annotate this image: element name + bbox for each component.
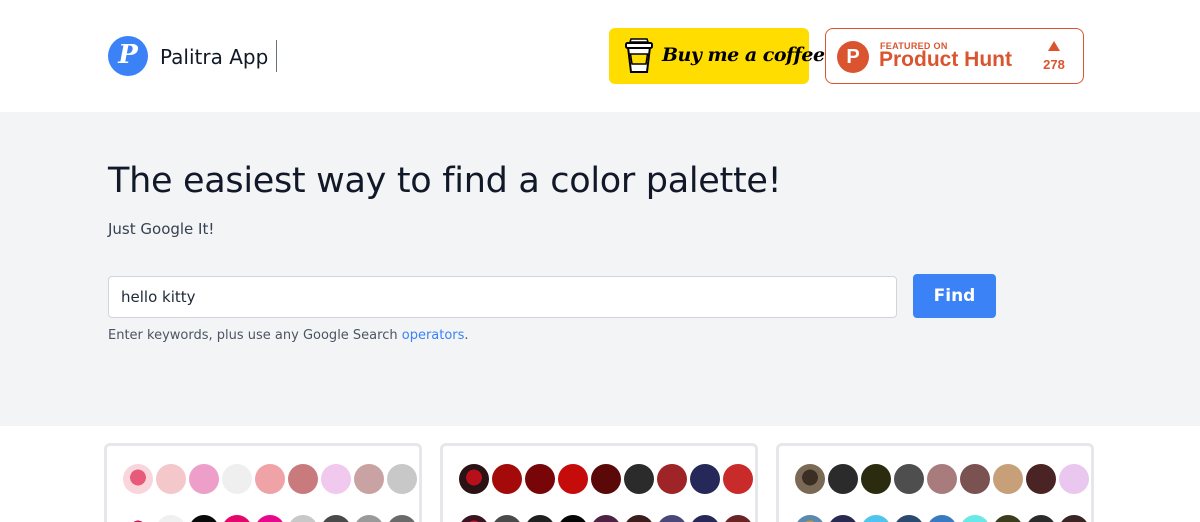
color-swatch[interactable] <box>828 515 858 522</box>
palette-row[interactable] <box>795 515 1089 522</box>
find-button[interactable]: Find <box>913 274 996 318</box>
color-swatch[interactable] <box>156 464 186 494</box>
color-swatch[interactable] <box>723 515 753 522</box>
palette-thumbnail[interactable] <box>795 515 825 522</box>
palette-row[interactable] <box>123 464 417 494</box>
color-swatch[interactable] <box>288 464 318 494</box>
color-swatch[interactable] <box>723 464 753 494</box>
color-swatch[interactable] <box>960 515 990 522</box>
color-swatch[interactable] <box>222 515 252 522</box>
upvote-arrow-icon <box>1048 41 1060 51</box>
palette-row[interactable] <box>459 464 753 494</box>
color-swatch[interactable] <box>255 515 285 522</box>
color-swatch[interactable] <box>222 464 252 494</box>
color-swatch[interactable] <box>1059 515 1089 522</box>
color-swatch[interactable] <box>894 515 924 522</box>
color-swatch[interactable] <box>960 464 990 494</box>
color-swatch[interactable] <box>861 515 891 522</box>
coffee-cup-icon <box>625 38 653 73</box>
palette-row[interactable] <box>795 464 1089 494</box>
color-swatch[interactable] <box>657 464 687 494</box>
color-swatch[interactable] <box>690 464 720 494</box>
palette-row[interactable] <box>123 515 417 522</box>
color-swatch[interactable] <box>828 464 858 494</box>
color-swatch[interactable] <box>861 464 891 494</box>
color-swatch[interactable] <box>525 464 555 494</box>
color-swatch[interactable] <box>894 464 924 494</box>
color-swatch[interactable] <box>591 464 621 494</box>
color-swatch[interactable] <box>354 515 384 522</box>
page-subtitle: Just Google It! <box>108 220 215 238</box>
product-hunt-icon: P <box>837 41 869 73</box>
palette-thumbnail[interactable] <box>123 515 153 522</box>
buy-me-a-coffee-button[interactable]: Buy me a coffee <box>609 28 825 84</box>
palette-card[interactable] <box>104 443 422 522</box>
palette-thumbnail[interactable] <box>459 515 489 522</box>
color-swatch[interactable] <box>624 515 654 522</box>
color-swatch[interactable] <box>558 464 588 494</box>
color-swatch[interactable] <box>690 515 720 522</box>
color-swatch[interactable] <box>189 515 219 522</box>
hero-section: The easiest way to find a color palette!… <box>0 112 1200 426</box>
search-hint: Enter keywords, plus use any Google Sear… <box>108 328 469 343</box>
color-swatch[interactable] <box>624 464 654 494</box>
palette-card[interactable] <box>440 443 758 522</box>
color-swatch[interactable] <box>993 464 1023 494</box>
color-swatch[interactable] <box>927 464 957 494</box>
logo-letter: P <box>118 40 138 70</box>
palette-row[interactable] <box>459 515 753 522</box>
bmc-label: Buy me a coffee <box>662 44 825 66</box>
color-swatch[interactable] <box>255 464 285 494</box>
color-swatch[interactable] <box>1059 464 1089 494</box>
app-name[interactable]: Palitra App <box>160 44 268 70</box>
color-swatch[interactable] <box>927 515 957 522</box>
search-input[interactable] <box>108 276 897 318</box>
palitra-logo-icon[interactable]: P <box>108 36 148 76</box>
ph-logo-letter: P <box>846 46 860 68</box>
color-swatch[interactable] <box>189 464 219 494</box>
color-swatch[interactable] <box>591 515 621 522</box>
color-swatch[interactable] <box>387 515 417 522</box>
color-swatch[interactable] <box>492 515 522 522</box>
color-swatch[interactable] <box>558 515 588 522</box>
palette-thumbnail[interactable] <box>459 464 489 494</box>
ph-name: Product Hunt <box>879 48 1012 71</box>
color-swatch[interactable] <box>288 515 318 522</box>
color-swatch[interactable] <box>156 515 186 522</box>
palette-thumbnail[interactable] <box>123 464 153 494</box>
hint-text: Enter keywords, plus use any Google Sear… <box>108 328 402 343</box>
color-swatch[interactable] <box>492 464 522 494</box>
color-swatch[interactable] <box>1026 515 1056 522</box>
palette-thumbnail[interactable] <box>795 464 825 494</box>
page-title: The easiest way to find a color palette! <box>108 161 782 201</box>
header: P Palitra App Buy me a coffee P FEATURED… <box>0 0 1200 112</box>
ph-upvote-count: 278 <box>1043 57 1065 72</box>
palette-card[interactable] <box>776 443 1094 522</box>
header-divider <box>276 40 277 72</box>
color-swatch[interactable] <box>993 515 1023 522</box>
color-swatch[interactable] <box>321 515 351 522</box>
color-swatch[interactable] <box>525 515 555 522</box>
color-swatch[interactable] <box>321 464 351 494</box>
color-swatch[interactable] <box>1026 464 1056 494</box>
color-swatch[interactable] <box>387 464 417 494</box>
hint-end: . <box>464 328 469 343</box>
product-hunt-badge[interactable]: P FEATURED ON Product Hunt 278 <box>825 28 1084 84</box>
color-swatch[interactable] <box>657 515 687 522</box>
operators-link[interactable]: operators <box>402 328 465 343</box>
color-swatch[interactable] <box>354 464 384 494</box>
